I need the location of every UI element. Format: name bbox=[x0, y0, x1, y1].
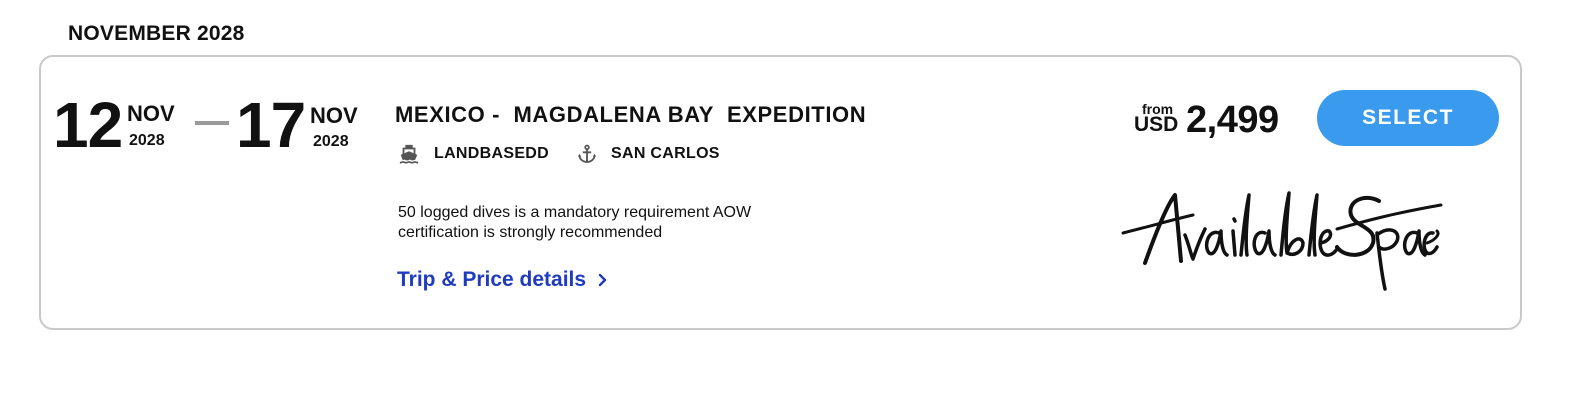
price-amount: 2,499 bbox=[1186, 99, 1279, 141]
trip-price-details-link[interactable]: Trip & Price details bbox=[397, 268, 608, 292]
price-currency: USD bbox=[1134, 113, 1179, 136]
start-day: 12 bbox=[53, 89, 123, 161]
start-year: 2028 bbox=[129, 132, 165, 149]
date-range-dash bbox=[195, 121, 229, 125]
trip-card: 12 NOV 2028 17 NOV 2028 MEXICO - MAGDALE… bbox=[39, 55, 1522, 330]
description-line-2: certification is strongly recommended bbox=[398, 224, 663, 241]
trip-description: 50 logged dives is a mandatory requireme… bbox=[398, 203, 798, 243]
end-year: 2028 bbox=[313, 133, 349, 150]
available-space-stamp bbox=[1121, 191, 1443, 291]
vessel-info: LANDBASEDD bbox=[398, 143, 549, 165]
details-link-label: Trip & Price details bbox=[397, 268, 587, 291]
ship-icon bbox=[398, 143, 420, 165]
end-day: 17 bbox=[236, 89, 306, 161]
chevron-right-icon bbox=[598, 273, 607, 287]
port-info: SAN CARLOS bbox=[577, 143, 720, 165]
trip-title: MEXICO - MAGDALENA BAY EXPEDITION bbox=[395, 102, 867, 127]
end-month: NOV bbox=[310, 103, 358, 128]
month-heading: NOVEMBER 2028 bbox=[68, 22, 245, 45]
start-month: NOV bbox=[127, 101, 175, 126]
select-button[interactable]: SELECT bbox=[1317, 90, 1499, 146]
vessel-label: LANDBASEDD bbox=[434, 145, 549, 162]
port-label: SAN CARLOS bbox=[611, 145, 720, 162]
anchor-icon bbox=[577, 143, 597, 165]
description-line-1: 50 logged dives is a mandatory requireme… bbox=[398, 204, 752, 221]
